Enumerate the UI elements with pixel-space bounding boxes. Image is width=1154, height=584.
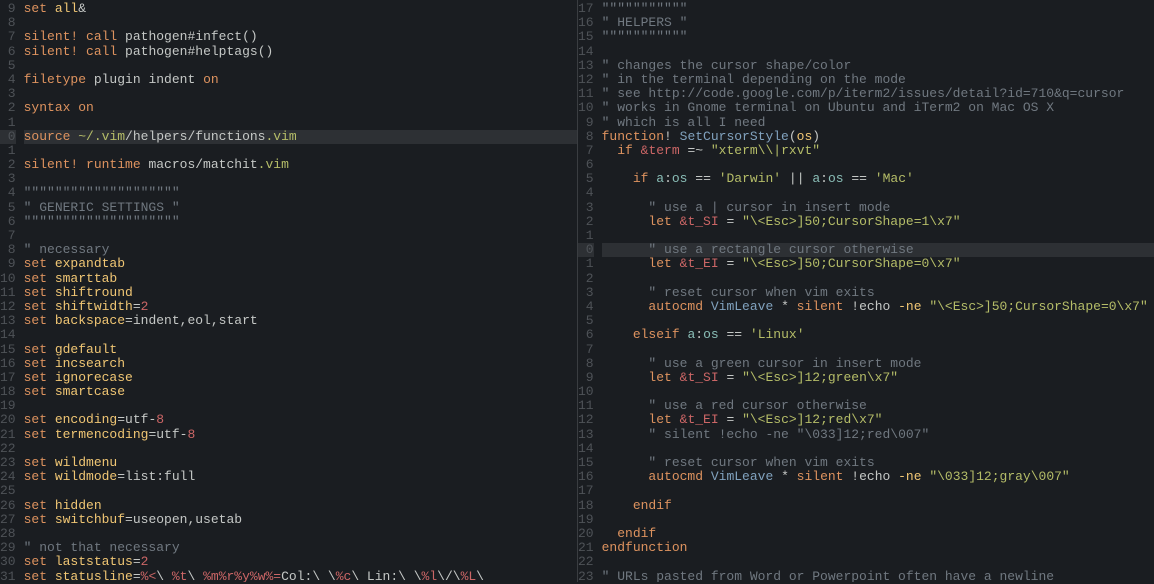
code-line[interactable]: syntax on <box>24 101 577 115</box>
code-line[interactable] <box>24 484 577 498</box>
code-line[interactable] <box>24 442 577 456</box>
code-area-right[interactable]: """""""""""" HELPERS """""""""""" " chan… <box>600 0 1154 582</box>
code-line[interactable]: endif <box>602 527 1154 541</box>
code-line[interactable] <box>24 116 577 130</box>
code-line[interactable] <box>24 328 577 342</box>
code-line[interactable]: function! SetCursorStyle(os) <box>602 130 1154 144</box>
code-line[interactable]: set smarttab <box>24 272 577 286</box>
code-line[interactable]: " necessary <box>24 243 577 257</box>
code-line[interactable] <box>602 158 1154 172</box>
code-line[interactable]: silent! call pathogen#helptags() <box>24 45 577 59</box>
code-line[interactable]: set laststatus=2 <box>24 555 577 569</box>
code-line[interactable]: " which is all I need <box>602 116 1154 130</box>
code-line[interactable] <box>602 385 1154 399</box>
code-line[interactable]: set backspace=indent,eol,start <box>24 314 577 328</box>
code-line[interactable]: filetype plugin indent on <box>24 73 577 87</box>
code-line[interactable]: " GENERIC SETTINGS " <box>24 201 577 215</box>
code-line[interactable] <box>24 172 577 186</box>
code-line[interactable] <box>602 513 1154 527</box>
editor-pane-left[interactable]: 9 8 7 6 5 4 3 2 1 0 1 2 3 4 5 6 7 8 9101… <box>0 0 578 582</box>
code-line[interactable] <box>602 229 1154 243</box>
code-line[interactable]: elseif a:os == 'Linux' <box>602 328 1154 342</box>
code-line[interactable]: set shiftwidth=2 <box>24 300 577 314</box>
code-line[interactable]: let &t_SI = "\<Esc>]12;green\x7" <box>602 371 1154 385</box>
code-line[interactable]: " use a red cursor otherwise <box>602 399 1154 413</box>
code-line[interactable]: set encoding=utf-8 <box>24 413 577 427</box>
code-line[interactable] <box>602 343 1154 357</box>
code-line[interactable]: " silent !echo -ne "\033]12;red\007" <box>602 428 1154 442</box>
code-line[interactable]: " URLs pasted from Word or Powerpoint of… <box>602 570 1154 583</box>
code-line[interactable]: set all& <box>24 2 577 16</box>
code-line[interactable]: set switchbuf=useopen,usetab <box>24 513 577 527</box>
code-line[interactable]: let &t_SI = "\<Esc>]50;CursorShape=1\x7" <box>602 215 1154 229</box>
code-line[interactable]: silent! call pathogen#infect() <box>24 30 577 44</box>
code-line[interactable] <box>602 45 1154 59</box>
code-line[interactable] <box>602 555 1154 569</box>
code-line[interactable]: " HELPERS " <box>602 16 1154 30</box>
line-number-gutter-left: 9 8 7 6 5 4 3 2 1 0 1 2 3 4 5 6 7 8 9101… <box>0 0 22 582</box>
code-line[interactable]: " use a | cursor in insert mode <box>602 201 1154 215</box>
code-area-left[interactable]: set all& silent! call pathogen#infect()s… <box>22 0 577 582</box>
code-line[interactable]: set wildmenu <box>24 456 577 470</box>
code-line[interactable]: " reset cursor when vim exits <box>602 286 1154 300</box>
code-line[interactable]: " changes the cursor shape/color <box>602 59 1154 73</box>
code-line[interactable] <box>602 484 1154 498</box>
code-line[interactable]: " see http://code.google.com/p/iterm2/is… <box>602 87 1154 101</box>
code-line[interactable]: " in the terminal depending on the mode <box>602 73 1154 87</box>
code-line[interactable]: set shiftround <box>24 286 577 300</box>
code-line[interactable]: source ~/.vim/helpers/functions.vim <box>24 130 577 144</box>
code-line[interactable]: """"""""""" <box>602 2 1154 16</box>
code-line[interactable]: let &t_EI = "\<Esc>]12;red\x7" <box>602 413 1154 427</box>
code-line[interactable]: endif <box>602 499 1154 513</box>
code-line[interactable]: if a:os == 'Darwin' || a:os == 'Mac' <box>602 172 1154 186</box>
code-line[interactable]: set wildmode=list:full <box>24 470 577 484</box>
code-line[interactable]: """""""""""""""""""" <box>24 186 577 200</box>
code-line[interactable]: set gdefault <box>24 343 577 357</box>
code-line[interactable]: autocmd VimLeave * silent !echo -ne "\<E… <box>602 300 1154 314</box>
code-line[interactable]: endfunction <box>602 541 1154 555</box>
code-line[interactable]: set incsearch <box>24 357 577 371</box>
code-line[interactable] <box>602 272 1154 286</box>
code-line[interactable]: if &term =~ "xterm\\|rxvt" <box>602 144 1154 158</box>
code-line[interactable]: set expandtab <box>24 257 577 271</box>
code-line[interactable]: " use a rectangle cursor otherwise <box>602 243 1154 257</box>
code-line[interactable] <box>24 87 577 101</box>
code-line[interactable] <box>24 16 577 30</box>
code-line[interactable]: """""""""""""""""""" <box>24 215 577 229</box>
code-line[interactable] <box>24 527 577 541</box>
code-line[interactable]: autocmd VimLeave * silent !echo -ne "\03… <box>602 470 1154 484</box>
code-line[interactable] <box>24 59 577 73</box>
code-line[interactable]: set smartcase <box>24 385 577 399</box>
code-line[interactable]: " not that necessary <box>24 541 577 555</box>
code-line[interactable]: set ignorecase <box>24 371 577 385</box>
code-line[interactable]: let &t_EI = "\<Esc>]50;CursorShape=0\x7" <box>602 257 1154 271</box>
code-line[interactable]: set termencoding=utf-8 <box>24 428 577 442</box>
code-line[interactable] <box>602 442 1154 456</box>
code-line[interactable] <box>24 229 577 243</box>
code-line[interactable] <box>602 186 1154 200</box>
code-line[interactable]: silent! runtime macros/matchit.vim <box>24 158 577 172</box>
code-line[interactable]: " use a green cursor in insert mode <box>602 357 1154 371</box>
code-line[interactable]: " works in Gnome terminal on Ubuntu and … <box>602 101 1154 115</box>
line-number-gutter-right: 1716151413121110 9 8 7 6 5 4 3 2 1 0 1 2… <box>578 0 600 582</box>
code-line[interactable]: set statusline=%<\ %t\ %m%r%y%w%=Col:\ \… <box>24 570 577 583</box>
code-line[interactable]: " reset cursor when vim exits <box>602 456 1154 470</box>
editor-pane-right[interactable]: 1716151413121110 9 8 7 6 5 4 3 2 1 0 1 2… <box>578 0 1154 582</box>
code-line[interactable] <box>24 144 577 158</box>
code-line[interactable]: set hidden <box>24 499 577 513</box>
code-line[interactable] <box>24 399 577 413</box>
code-line[interactable] <box>602 314 1154 328</box>
code-line[interactable]: """"""""""" <box>602 30 1154 44</box>
